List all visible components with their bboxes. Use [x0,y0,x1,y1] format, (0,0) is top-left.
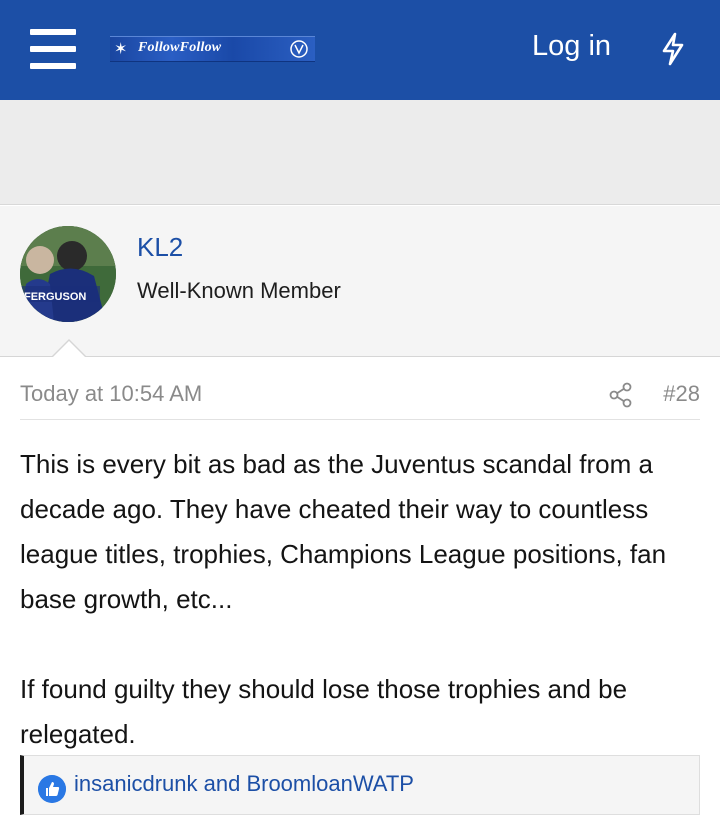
post-paragraph: If found guilty they should lose those t… [20,674,628,749]
logo-text: FollowFollow [138,40,222,55]
username-link[interactable]: KL2 [137,232,183,263]
post-meta: Today at 10:54 AM #28 [20,380,700,420]
crest-icon [290,40,308,58]
post-paragraph: This is every bit as bad as the Juventus… [20,449,667,614]
like-icon [38,775,66,803]
login-link[interactable]: Log in [532,30,611,63]
site-logo[interactable]: ✶ FollowFollow [110,36,315,62]
share-icon[interactable] [608,382,634,408]
menu-icon[interactable] [30,27,76,71]
reactions-link[interactable]: insanicdrunk and BroomloanWATP [74,771,414,797]
reactions-bar: insanicdrunk and BroomloanWATP [20,755,700,815]
avatar[interactable]: FERGUSON [20,226,116,322]
svg-text:FERGUSON: FERGUSON [24,291,86,303]
user-title: Well-Known Member [137,278,341,303]
user-arrow-inner [52,341,86,358]
star-icon: ✶ [114,41,128,58]
bolt-icon[interactable] [660,32,686,66]
avatar-image: FERGUSON [20,226,116,322]
message-user-block: FERGUSON KL2 Well-Known Member [0,206,720,357]
content-band [0,100,720,205]
post-date[interactable]: Today at 10:54 AM [20,381,202,407]
post-number-link[interactable]: #28 [663,381,700,407]
post-body: This is every bit as bad as the Juventus… [20,442,710,757]
site-header: ✶ FollowFollow Log in [0,0,720,100]
